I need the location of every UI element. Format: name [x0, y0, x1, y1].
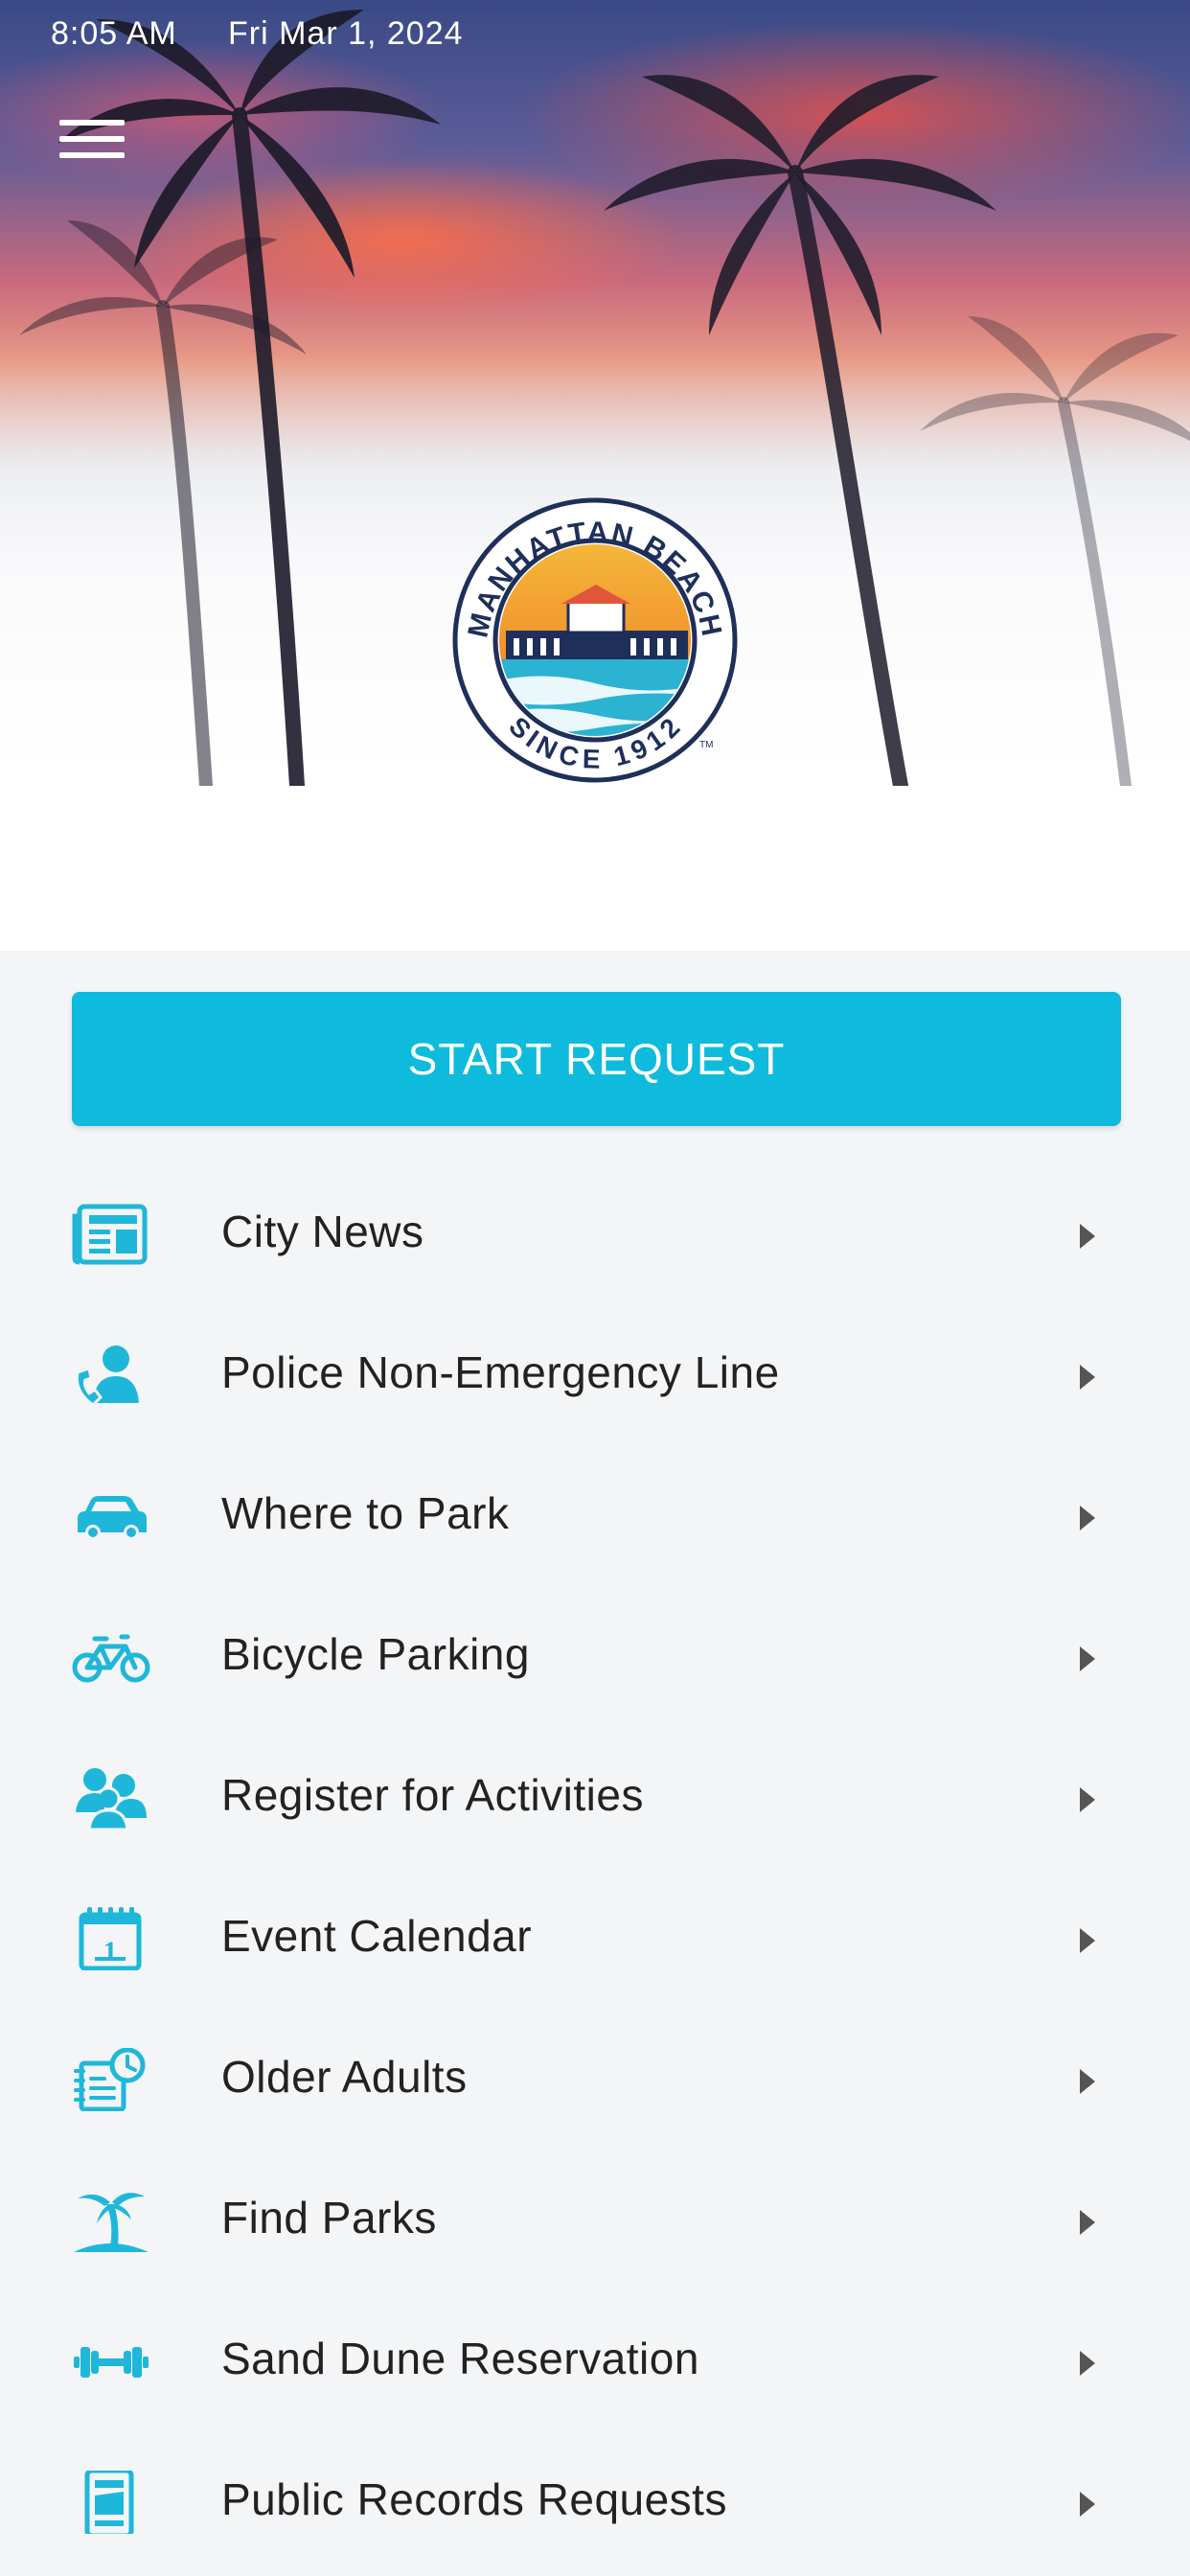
- list-item-label: Sand Dune Reservation: [221, 2334, 699, 2383]
- list-item-where-to-park[interactable]: Where to Park: [0, 1444, 1190, 1585]
- svg-text:1: 1: [103, 1936, 118, 1967]
- chevron-right-icon: [1080, 2351, 1095, 2376]
- dumbbell-icon: [74, 2347, 149, 2378]
- list-item-label: Find Parks: [221, 2193, 437, 2242]
- list-item-public-records[interactable]: Public Records Requests: [0, 2430, 1190, 2571]
- hero-banner: 8:05 AM Fri Mar 1, 2024 MANHATTAN BEACH …: [0, 0, 1190, 786]
- chevron-right-icon: [1080, 1506, 1095, 1530]
- list-item-city-news[interactable]: City News: [0, 1162, 1190, 1303]
- list-item-label: Police Non-Emergency Line: [221, 1347, 780, 1397]
- chevron-right-icon: [1080, 1928, 1095, 1953]
- list-item-bicycle-parking[interactable]: Bicycle Parking: [0, 1585, 1190, 1726]
- list-item-event-calendar[interactable]: 1 Event Calendar: [0, 1867, 1190, 2008]
- list-item-label: Bicycle Parking: [221, 1629, 530, 1679]
- chevron-right-icon: [1080, 1365, 1095, 1390]
- start-request-button[interactable]: START REQUEST: [72, 992, 1121, 1126]
- list-item-label: City News: [221, 1207, 424, 1256]
- person-phone-icon: [75, 1346, 139, 1407]
- list-item-police-non-emergency[interactable]: Police Non-Emergency Line: [0, 1303, 1190, 1444]
- status-time: 8:05 AM: [51, 15, 177, 52]
- list-item-label: Older Adults: [221, 2052, 468, 2102]
- list-item-label: Public Records Requests: [221, 2474, 727, 2524]
- logo-tm: TM: [699, 740, 713, 750]
- hamburger-menu-icon[interactable]: [59, 120, 125, 168]
- palm-tree-icon: [74, 2193, 149, 2252]
- list-item-sand-dune-reservation[interactable]: Sand Dune Reservation: [0, 2289, 1190, 2430]
- notebook-clock-icon: [74, 2048, 146, 2111]
- people-group-icon: [76, 1768, 147, 1829]
- chevron-right-icon: [1080, 1224, 1095, 1249]
- car-icon: [78, 1496, 147, 1540]
- calendar-icon: 1: [79, 1907, 142, 1970]
- chevron-right-icon: [1080, 2069, 1095, 2094]
- chevron-right-icon: [1080, 1787, 1095, 1812]
- list-item-label: Where to Park: [221, 1488, 510, 1538]
- newspaper-icon: [72, 1204, 148, 1265]
- list-item-label: Register for Activities: [221, 1770, 644, 1820]
- bicycle-icon: [72, 1634, 150, 1683]
- hero-bottom-spacer: [0, 786, 1190, 951]
- chevron-right-icon: [1080, 1646, 1095, 1671]
- manhattan-beach-logo: MANHATTAN BEACH SINCE 1912 TM: [452, 497, 738, 783]
- list-item-older-adults[interactable]: Older Adults: [0, 2008, 1190, 2149]
- chevron-right-icon: [1080, 2492, 1095, 2517]
- list-item-label: Event Calendar: [221, 1911, 533, 1961]
- chevron-right-icon: [1080, 2210, 1095, 2235]
- menu-list: City News Police Non-Emergency Line Wher…: [0, 1162, 1190, 2571]
- records-box-icon: [84, 2471, 134, 2534]
- list-item-find-parks[interactable]: Find Parks: [0, 2149, 1190, 2289]
- status-date: Fri Mar 1, 2024: [228, 15, 464, 52]
- list-item-register-activities[interactable]: Register for Activities: [0, 1726, 1190, 1867]
